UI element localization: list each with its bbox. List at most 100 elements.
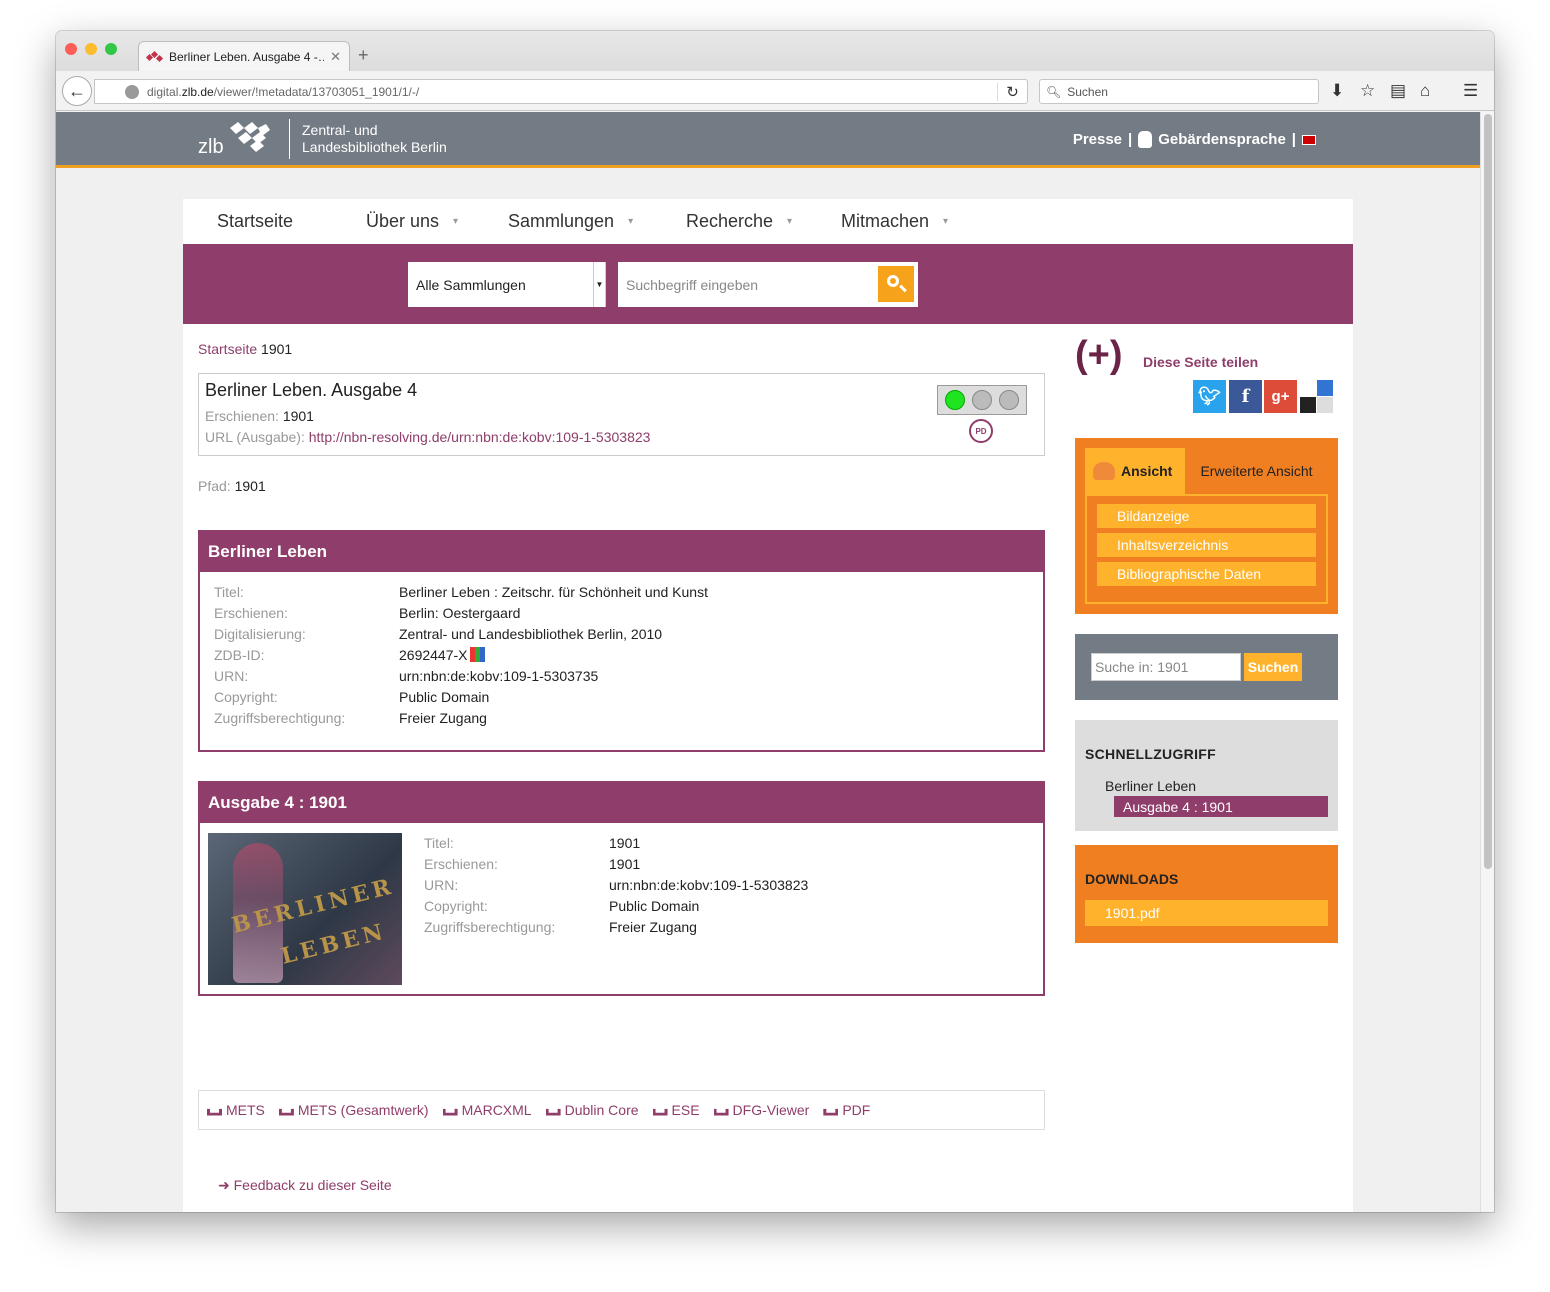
breadcrumb-current: 1901 (261, 341, 293, 357)
browser-tab[interactable]: Berliner Leben. Ausgabe 4 -… ✕ (138, 41, 350, 71)
search-input[interactable]: Suchbegriff eingeben (618, 262, 918, 307)
page-viewport: zlb Zentral- und Landesbibliothek Berlin… (56, 112, 1494, 1212)
nav-toolbar: ← digital.zlb.de/viewer/!metadata/137030… (56, 71, 1494, 111)
status-green-light (944, 390, 965, 410)
inner-search-box: Suche in: 1901 Suchen (1075, 634, 1338, 700)
chevron-down-icon: ▾ (628, 216, 634, 227)
view-item-bildanzeige[interactable]: Bildanzeige (1097, 504, 1316, 528)
export-links-bar: METS METS (Gesamtwerk) MARCXML Dublin Co… (198, 1090, 1045, 1130)
new-tab-icon[interactable]: + (358, 45, 369, 66)
download-icon (652, 1108, 668, 1116)
download-icon (442, 1108, 458, 1116)
inner-search-button[interactable]: Suchen (1244, 653, 1302, 681)
reading-list-icon[interactable]: ▤ (1390, 81, 1406, 101)
back-button[interactable]: ← (62, 76, 92, 106)
breadcrumb-home-link[interactable]: Startseite (198, 341, 257, 357)
export-ese-link[interactable]: ESE (652, 1102, 700, 1118)
nav-item-ueber-uns[interactable]: Über uns ▾ (366, 211, 458, 232)
bookmark-star-icon[interactable]: ☆ (1360, 81, 1375, 101)
browser-search-input[interactable]: 🔍︎ Suchen (1039, 79, 1319, 104)
delicious-icon[interactable] (1300, 380, 1333, 413)
back-arrow-icon: ← (68, 80, 86, 101)
record-published: 1901 (282, 408, 314, 424)
chevron-down-icon: ▾ (453, 216, 459, 227)
search-button[interactable] (878, 266, 914, 302)
export-dublin-core-link[interactable]: Dublin Core (545, 1102, 639, 1118)
issue-heading: Ausgabe 4 : 1901 (200, 783, 1043, 823)
export-mets-link[interactable]: METS (207, 1102, 265, 1118)
zoom-window-button[interactable] (105, 43, 117, 55)
status-traffic-light (937, 385, 1027, 415)
facebook-icon[interactable]: f (1229, 380, 1262, 413)
browser-window: Berliner Leben. Ausgabe 4 -… ✕ + ← digit… (56, 31, 1494, 1212)
google-plus-icon[interactable]: g+ (1264, 380, 1297, 413)
user-search-icon (1093, 462, 1115, 480)
quick-access-series-link[interactable]: Berliner Leben (1105, 778, 1328, 794)
search-icon (887, 275, 899, 287)
record-url-link[interactable]: http://nbn-resolving.de/urn:nbn:de:kobv:… (309, 429, 651, 445)
export-dfg-viewer-link[interactable]: DFG-Viewer (713, 1102, 809, 1118)
scrollbar-thumb[interactable] (1484, 114, 1492, 869)
export-mets-full-link[interactable]: METS (Gesamtwerk) (278, 1102, 429, 1118)
download-icon (278, 1108, 294, 1116)
address-bar[interactable]: digital.zlb.de/viewer/!metadata/13703051… (94, 79, 1028, 104)
tab-bar: Berliner Leben. Ausgabe 4 -… ✕ + (56, 31, 1494, 71)
tab-ansicht[interactable]: Ansicht (1085, 448, 1185, 494)
home-icon[interactable]: ⌂ (1420, 81, 1430, 101)
view-panel: Ansicht Erweiterte Ansicht Bildanzeige I… (1075, 438, 1338, 614)
download-pdf-link[interactable]: 1901.pdf (1085, 900, 1328, 926)
main-navigation: Startseite Über uns ▾ Sammlungen ▾ Recherc… (183, 199, 1353, 244)
page-content: Startseite Über uns ▾ Sammlungen ▾ Recherc… (183, 199, 1353, 1212)
record-info-box: Berliner Leben. Ausgabe 4 Erschienen: 19… (198, 373, 1045, 456)
minimize-window-button[interactable] (85, 43, 97, 55)
presse-link[interactable]: Presse (1073, 131, 1122, 148)
quick-access-heading: SCHNELLZUGRIFF (1085, 746, 1216, 762)
close-tab-icon[interactable]: ✕ (330, 49, 341, 65)
search-band: Alle Sammlungen ▼ Suchbegriff eingeben (183, 244, 1353, 324)
downloads-box: DOWNLOADS 1901.pdf (1075, 845, 1338, 943)
download-icon (713, 1108, 729, 1116)
nav-item-startseite[interactable]: Startseite (217, 211, 293, 232)
nav-item-mitmachen[interactable]: Mitmachen ▾ (841, 211, 948, 232)
quick-access-issue-link[interactable]: Ausgabe 4 : 1901 (1114, 796, 1328, 817)
sign-language-hand-icon (1138, 131, 1153, 148)
inner-search-input[interactable]: Suche in: 1901 (1091, 653, 1241, 681)
collection-select[interactable]: Alle Sammlungen ▼ (408, 262, 606, 307)
downloads-icon[interactable]: ⬇ (1330, 81, 1344, 101)
share-plus-icon[interactable]: (+) (1075, 334, 1123, 377)
nav-item-recherche[interactable]: Recherche ▾ (686, 211, 792, 232)
tab-title: Berliner Leben. Ausgabe 4 -… (169, 49, 325, 64)
view-item-inhaltsverzeichnis[interactable]: Inhaltsverzeichnis (1097, 533, 1316, 557)
english-flag-icon[interactable] (1302, 134, 1316, 145)
chevron-down-icon: ▾ (787, 216, 793, 227)
url-text: digital.zlb.de/viewer/!metadata/13703051… (147, 84, 420, 99)
download-icon (545, 1108, 561, 1116)
export-pdf-link[interactable]: PDF (823, 1102, 870, 1118)
globe-icon (125, 84, 139, 99)
share-label[interactable]: Diese Seite teilen (1143, 354, 1258, 370)
export-marcxml-link[interactable]: MARCXML (442, 1102, 532, 1118)
download-icon (207, 1108, 222, 1116)
menu-icon[interactable]: ☰ (1463, 81, 1478, 101)
zlb-logo[interactable]: zlb Zentral- und Landesbibliothek Berlin (196, 118, 447, 160)
twitter-icon[interactable]: 🐦︎ (1193, 380, 1226, 413)
close-window-button[interactable] (65, 43, 77, 55)
sign-language-link[interactable]: Gebärdensprache (1158, 131, 1286, 148)
logo-text: zlb (198, 136, 224, 158)
public-domain-icon: PD (969, 419, 993, 443)
vertical-scrollbar[interactable] (1480, 112, 1494, 1212)
select-arrow-icon: ▼ (593, 262, 605, 307)
zdb-link-icon[interactable] (469, 647, 485, 662)
quick-access-box: SCHNELLZUGRIFF Berliner Leben Ausgabe 4 … (1075, 720, 1338, 831)
library-name-line1: Zentral- und (302, 122, 378, 138)
reload-icon[interactable]: ↻ (997, 82, 1027, 101)
series-heading: Berliner Leben (200, 532, 1043, 572)
issue-metadata-section: Ausgabe 4 : 1901 BERLINER LEBEN Titel: 19… (198, 781, 1045, 996)
nav-item-sammlungen[interactable]: Sammlungen ▾ (508, 211, 633, 232)
header-links: Presse | Gebärdensprache | (1073, 131, 1316, 148)
chevron-down-icon: ▾ (943, 216, 949, 227)
cover-thumbnail[interactable]: BERLINER LEBEN (208, 833, 402, 985)
feedback-link[interactable]: ➜ Feedback zu dieser Seite (218, 1177, 392, 1194)
view-item-bibliographische-daten[interactable]: Bibliographische Daten (1097, 562, 1316, 586)
tab-erweiterte-ansicht[interactable]: Erweiterte Ansicht (1185, 448, 1328, 494)
